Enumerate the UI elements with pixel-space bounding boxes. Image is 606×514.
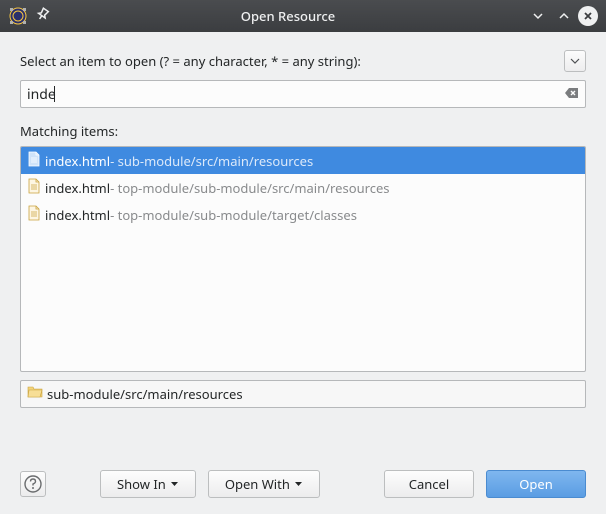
chevron-down-icon [170, 481, 179, 487]
options-dropdown-button[interactable] [564, 50, 586, 72]
cancel-label: Cancel [409, 475, 449, 493]
open-with-label: Open With [225, 475, 290, 493]
show-in-button[interactable]: Show In [100, 470, 196, 498]
result-filename: index.html [45, 206, 110, 224]
result-row[interactable]: index.html - top-module/sub-module/targe… [21, 201, 585, 228]
matching-items-label: Matching items: [20, 122, 586, 140]
results-list[interactable]: index.html - sub-module/src/main/resourc… [20, 146, 586, 372]
file-icon [27, 205, 41, 225]
result-row[interactable]: index.html - sub-module/src/main/resourc… [21, 147, 585, 174]
chevron-down-icon [570, 58, 580, 64]
selected-path-box: sub-module/src/main/resources [20, 380, 586, 408]
file-icon [27, 151, 41, 171]
result-filename: index.html [45, 152, 110, 170]
result-path: - top-module/sub-module/src/main/resourc… [110, 179, 389, 197]
prompt-label: Select an item to open (? = any characte… [20, 52, 564, 70]
open-with-button[interactable]: Open With [208, 470, 320, 498]
search-input-container[interactable]: inde [20, 80, 586, 108]
close-button[interactable] [578, 6, 598, 26]
open-label: Open [519, 475, 553, 493]
clear-input-icon[interactable] [565, 85, 579, 103]
search-text: inde [27, 85, 56, 104]
file-icon [27, 178, 41, 198]
button-row: Show In Open With Cancel Open [0, 470, 606, 498]
open-button[interactable]: Open [486, 470, 586, 498]
window-title: Open Resource [52, 7, 524, 25]
maximize-button[interactable] [552, 4, 576, 28]
dialog-content: Select an item to open (? = any characte… [0, 32, 606, 420]
app-icon [8, 6, 28, 26]
titlebar: Open Resource [0, 0, 606, 32]
result-filename: index.html [45, 179, 110, 197]
cancel-button[interactable]: Cancel [384, 470, 474, 498]
result-row[interactable]: index.html - top-module/sub-module/src/m… [21, 174, 585, 201]
selected-path-text: sub-module/src/main/resources [47, 385, 243, 403]
minimize-button[interactable] [526, 4, 550, 28]
help-icon [24, 475, 42, 493]
pin-icon[interactable] [34, 5, 52, 27]
chevron-down-icon [294, 481, 303, 487]
folder-icon [27, 385, 43, 403]
show-in-label: Show In [117, 475, 166, 493]
result-path: - top-module/sub-module/target/classes [110, 206, 357, 224]
text-caret [54, 86, 55, 102]
result-path: - sub-module/src/main/resources [110, 152, 313, 170]
help-button[interactable] [20, 471, 46, 497]
